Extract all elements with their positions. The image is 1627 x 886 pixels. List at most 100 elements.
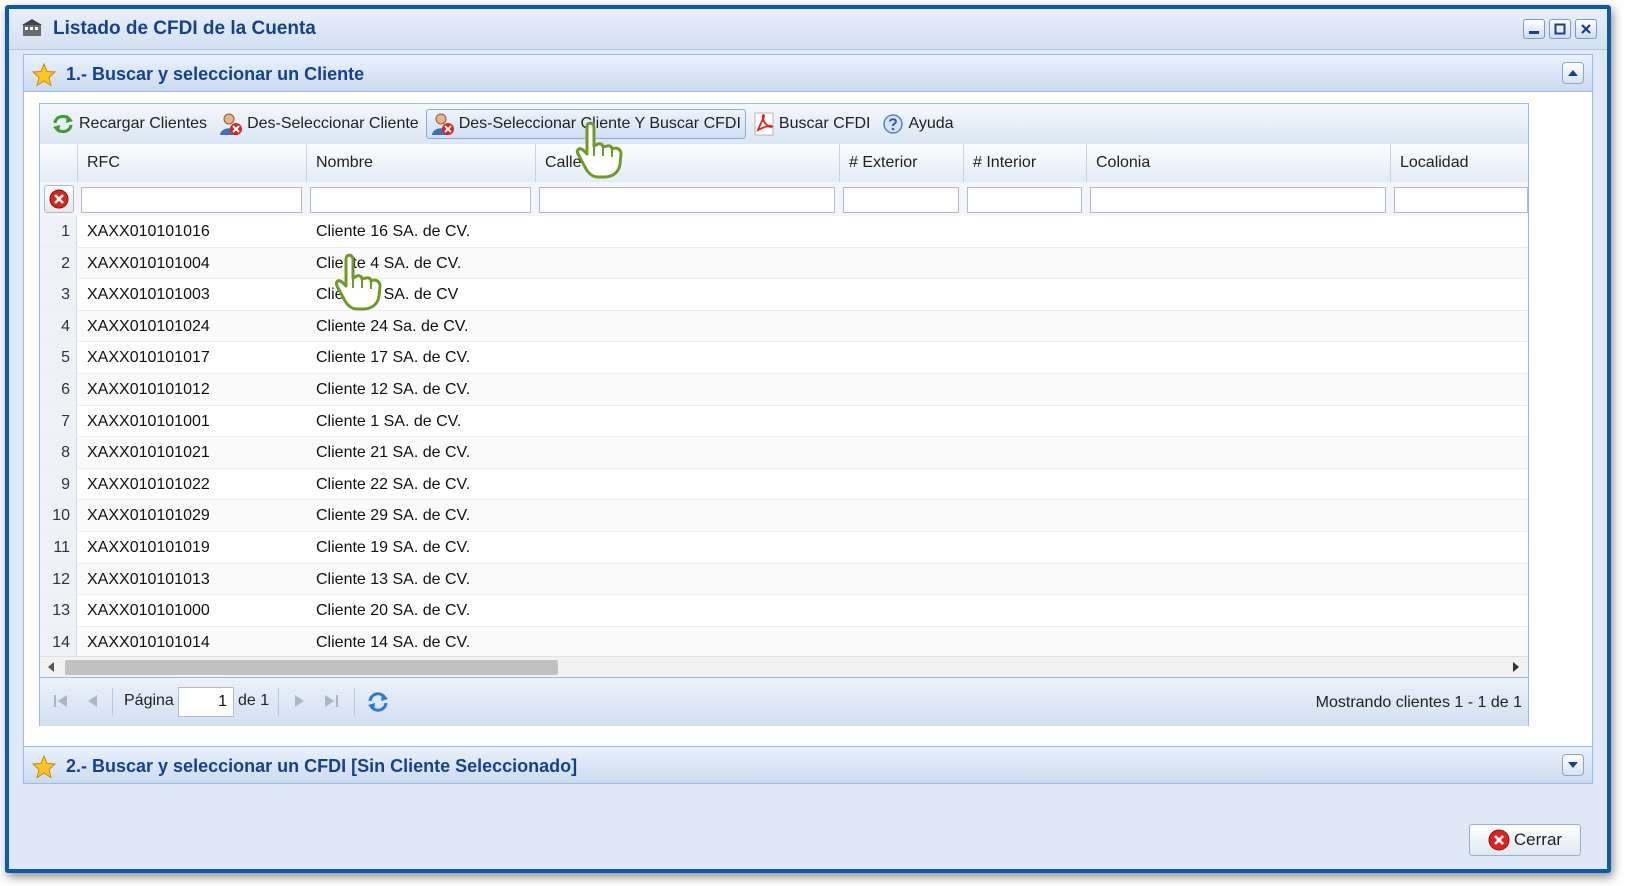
paging-status: Mostrando clientes 1 - 1 de 1: [1315, 694, 1522, 711]
user-remove-icon: [220, 113, 243, 135]
row-number: 12: [40, 563, 77, 595]
help-button[interactable]: Ayuda: [877, 109, 958, 139]
row-number: 8: [40, 437, 77, 468]
column-header-nombre[interactable]: Nombre: [307, 144, 536, 182]
column-header-rfc[interactable]: RFC: [78, 144, 307, 182]
deselect-and-search-button[interactable]: Des-Seleccionar Cliente Y Buscar CFDI: [425, 109, 746, 139]
table-row[interactable]: 13 XAXX010101000 Cliente 20 SA. de CV.: [40, 595, 1528, 627]
cell-nombre: Cliente 3 SA. de CV: [316, 286, 459, 304]
section1-title: 1.- Buscar y seleccionar un Cliente: [66, 64, 365, 84]
page-number-input[interactable]: 1: [178, 687, 234, 717]
row-number: 14: [40, 626, 77, 656]
cell-rfc: XAXX010101014: [87, 633, 210, 651]
close-button[interactable]: Cerrar: [1469, 824, 1581, 856]
refresh-icon[interactable]: [366, 690, 390, 714]
page-count-label: de 1: [238, 692, 270, 709]
scroll-right-icon[interactable]: [1512, 661, 1520, 673]
maximize-icon: [1554, 23, 1566, 35]
column-header-interior[interactable]: # Interior: [964, 144, 1087, 182]
table-row[interactable]: 5 XAXX010101017 Cliente 17 SA. de CV.: [40, 342, 1528, 374]
star-icon: [32, 755, 56, 779]
search-cfdi-button[interactable]: Buscar CFDI: [748, 109, 876, 139]
first-page-icon[interactable]: [52, 692, 70, 710]
search-cfdi-label: Buscar CFDI: [778, 115, 871, 132]
table-row[interactable]: 11 XAXX010101019 Cliente 19 SA. de CV.: [40, 532, 1528, 564]
table-row[interactable]: 14 XAXX010101014 Cliente 14 SA. de CV.: [40, 626, 1528, 656]
table-row[interactable]: 8 XAXX010101021 Cliente 21 SA. de CV.: [40, 437, 1528, 469]
section1-collapse-button[interactable]: [1562, 62, 1584, 84]
maximize-button[interactable]: [1549, 19, 1571, 39]
row-number: 10: [40, 500, 77, 531]
cfdi-window: Listado de CFDI de la Cuenta 1.- Buscar …: [5, 5, 1611, 873]
cell-nombre: Cliente 16 SA. de CV.: [316, 223, 471, 240]
filter-colonia-input[interactable]: [1090, 187, 1386, 213]
section2-title: 2.- Buscar y seleccionar un CFDI [Sin Cl…: [66, 756, 578, 776]
filter-calle-input[interactable]: [539, 187, 835, 213]
page-label: Página: [124, 692, 174, 709]
grid-filter-row: [40, 182, 1528, 217]
cell-rfc: XAXX010101003: [87, 286, 210, 304]
table-row[interactable]: 6 XAXX010101012 Cliente 12 SA. de CV.: [40, 374, 1528, 406]
user-remove-icon: [431, 113, 454, 135]
grid-column-headers: RFC Nombre Calle # Exterior # Interior C…: [40, 144, 1528, 183]
pdf-icon: [754, 112, 774, 136]
cell-nombre: Cliente 29 SA. de CV.: [316, 507, 471, 525]
row-number: 3: [40, 279, 77, 310]
cell-rfc: XAXX010101000: [87, 602, 210, 620]
column-header-colonia[interactable]: Colonia: [1087, 144, 1391, 182]
table-row[interactable]: 4 XAXX010101024 Cliente 24 Sa. de CV.: [40, 310, 1528, 343]
cell-rfc: XAXX010101017: [87, 349, 210, 367]
table-row[interactable]: 2 XAXX010101004 Cliente 4 SA. de CV.: [40, 247, 1528, 280]
row-number: 1: [40, 216, 77, 247]
deselect-client-button[interactable]: Des-Seleccionar Cliente: [214, 109, 424, 139]
table-row[interactable]: 12 XAXX010101013 Cliente 13 SA. de CV.: [40, 563, 1528, 596]
cell-nombre: Cliente 19 SA. de CV.: [316, 539, 471, 556]
row-number: 2: [40, 247, 77, 279]
last-page-icon[interactable]: [322, 692, 340, 710]
reload-clients-label: Recargar Clientes: [79, 115, 208, 132]
section1-header[interactable]: 1.- Buscar y seleccionar un Cliente: [23, 54, 1593, 92]
reload-clients-button[interactable]: Recargar Clientes: [46, 109, 212, 139]
cell-nombre: Cliente 22 SA. de CV.: [316, 475, 471, 493]
filter-interior-input[interactable]: [967, 187, 1082, 213]
chevron-down-icon: [1568, 762, 1578, 768]
chevron-up-icon: [1568, 70, 1578, 76]
clients-grid: Recargar Clientes Des-Seleccionar Client…: [39, 103, 1529, 726]
section2-expand-button[interactable]: [1562, 754, 1584, 776]
cell-rfc: XAXX010101012: [87, 381, 210, 398]
clear-filters-button[interactable]: [44, 185, 74, 213]
deselect-client-label: Des-Seleccionar Cliente: [247, 115, 419, 132]
filter-rfc-input[interactable]: [81, 187, 302, 213]
deselect-and-search-label: Des-Seleccionar Cliente Y Buscar CFDI: [458, 115, 741, 132]
pager-separator: [112, 688, 113, 716]
grid-toolbar: Recargar Clientes Des-Seleccionar Client…: [40, 104, 1528, 145]
scrollbar-thumb[interactable]: [65, 660, 558, 675]
previous-page-icon[interactable]: [84, 692, 102, 710]
cell-rfc: XAXX010101001: [87, 412, 210, 430]
column-header-calle[interactable]: Calle: [536, 144, 840, 182]
filter-localidad-input[interactable]: [1394, 187, 1528, 213]
column-header-localidad[interactable]: Localidad: [1391, 144, 1528, 182]
row-number: 9: [40, 468, 77, 500]
table-row[interactable]: 9 XAXX010101022 Cliente 22 SA. de CV.: [40, 468, 1528, 501]
filter-nombre-input[interactable]: [310, 187, 531, 213]
table-row[interactable]: 1 XAXX010101016 Cliente 16 SA. de CV.: [40, 216, 1528, 248]
pager-separator: [354, 688, 355, 716]
window-titlebar[interactable]: Listado de CFDI de la Cuenta: [9, 9, 1607, 50]
minimize-button[interactable]: [1523, 19, 1545, 39]
column-header-exterior[interactable]: # Exterior: [840, 144, 964, 182]
cell-rfc: XAXX010101021: [87, 444, 210, 462]
next-page-icon[interactable]: [290, 692, 308, 710]
table-row[interactable]: 7 XAXX010101001 Cliente 1 SA. de CV.: [40, 405, 1528, 438]
row-number: 6: [40, 374, 77, 405]
close-window-button[interactable]: [1575, 19, 1597, 39]
table-row[interactable]: 10 XAXX010101029 Cliente 29 SA. de CV.: [40, 500, 1528, 532]
section2-header[interactable]: 2.- Buscar y seleccionar un CFDI [Sin Cl…: [23, 746, 1593, 784]
table-row[interactable]: 3 XAXX010101003 Cliente 3 SA. de CV: [40, 279, 1528, 311]
cell-nombre: Cliente 12 SA. de CV.: [316, 381, 471, 398]
grid-horizontal-scrollbar[interactable]: [40, 656, 1528, 677]
filter-exterior-input[interactable]: [843, 187, 959, 213]
help-label: Ayuda: [908, 115, 954, 132]
grid-rows: 1 XAXX010101016 Cliente 16 SA. de CV. 2 XAXX…: [40, 216, 1528, 656]
scroll-left-icon[interactable]: [47, 661, 55, 673]
